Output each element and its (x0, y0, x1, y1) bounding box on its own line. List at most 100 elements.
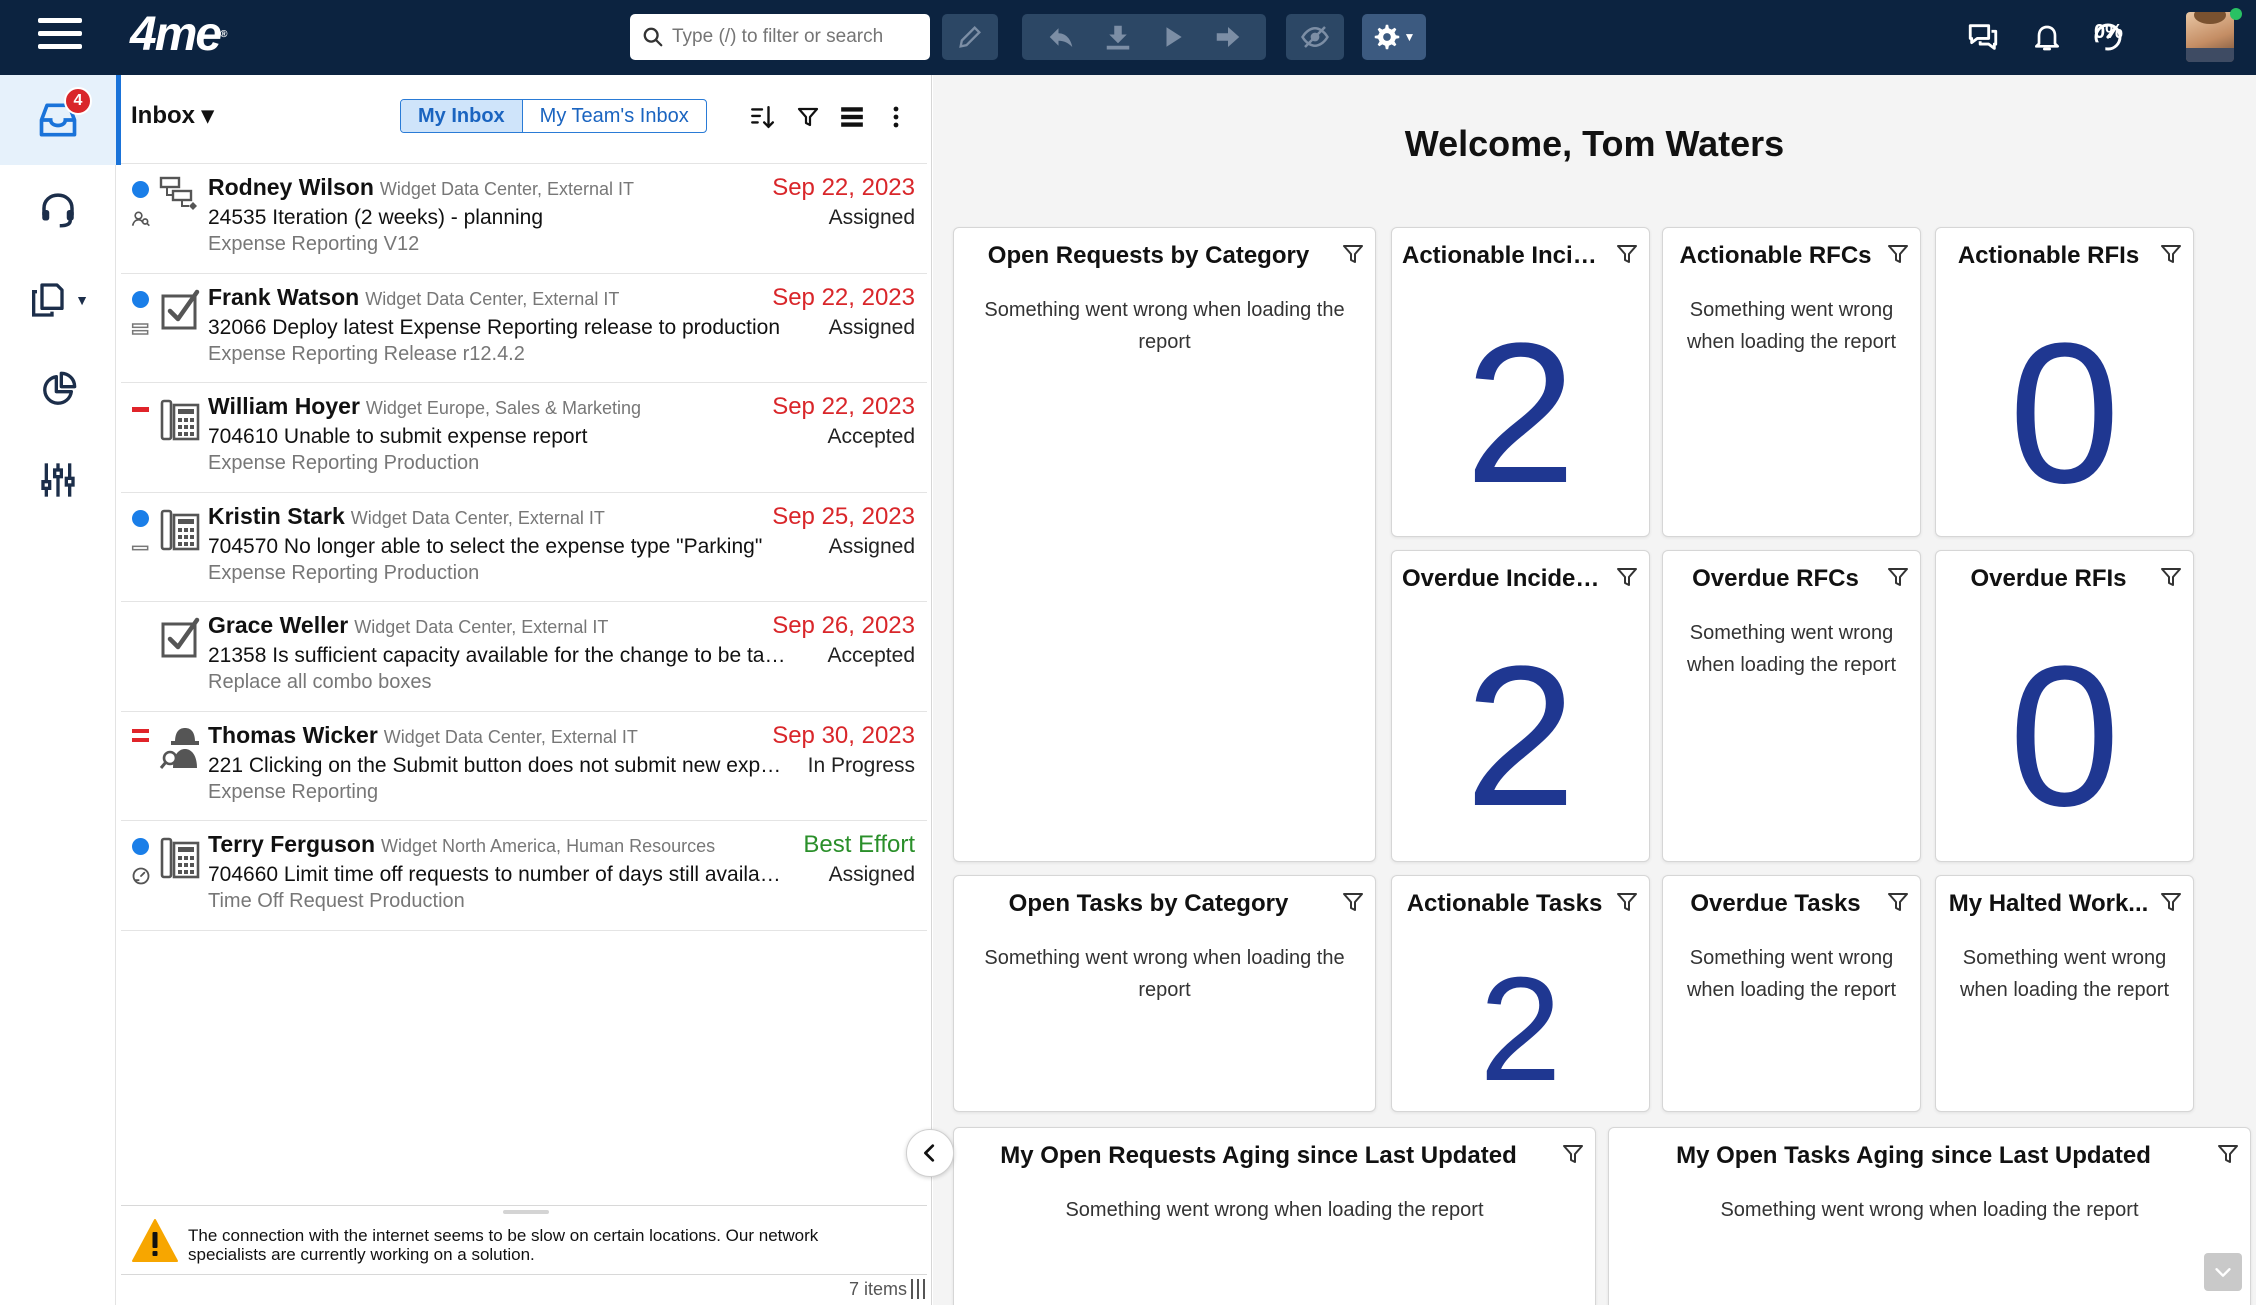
card-title: Actionable Tasks (1406, 890, 1603, 917)
filter-icon[interactable] (1341, 242, 1365, 266)
rail-inbox[interactable]: 4 (0, 75, 116, 165)
edit-button[interactable] (942, 14, 998, 60)
filter-icon[interactable] (1615, 242, 1639, 266)
inbox-item[interactable]: Kristin Stark Widget Data Center, Externa… (121, 493, 927, 602)
card-actionable-incidents[interactable]: Actionable Incidents 2 (1391, 227, 1650, 537)
card-overdue-incidents[interactable]: Overdue Incidents 2 (1391, 550, 1650, 862)
tab-my-teams-inbox[interactable]: My Team's Inbox (523, 100, 706, 132)
card-overdue-tasks[interactable]: Overdue Tasks Something went wrong when … (1662, 875, 1921, 1112)
requester-name: Rodney Wilson (208, 174, 374, 200)
error-message: Something went wrong when loading the re… (1720, 1199, 2139, 1221)
app-logo[interactable]: 4me® (130, 8, 228, 62)
sort-button[interactable] (742, 97, 782, 137)
inbox-item[interactable]: Rodney Wilson Widget Data Center, Externa… (121, 164, 927, 274)
item-subject: 704660 Limit time off requests to number… (208, 863, 786, 886)
completion-percentage: 0% (2094, 21, 2123, 43)
filter-icon[interactable] (1341, 890, 1365, 914)
item-subject: 24535 Iteration (2 weeks) - planning (208, 206, 544, 229)
filter-icon[interactable] (2159, 890, 2183, 914)
search-input[interactable] (672, 26, 912, 48)
inbox-scope-toggle: My Inbox My Team's Inbox (400, 99, 707, 133)
filter-icon[interactable] (1615, 565, 1639, 589)
card-title: Actionable RFCs (1679, 242, 1872, 269)
settings-dropdown-button[interactable]: ▼ (1362, 14, 1426, 60)
people-icon (131, 211, 150, 227)
inbox-view-dropdown[interactable]: Inbox ▾ (131, 101, 214, 130)
card-title: My Open Requests Aging since Last Update… (1000, 1142, 1517, 1169)
filter-icon[interactable] (1886, 242, 1910, 266)
card-title: Open Tasks by Category (1008, 890, 1289, 917)
unread-dot (132, 290, 149, 308)
item-deadline: Sep 22, 2023 (772, 174, 915, 201)
error-message: Something went wrong when loading the re… (1959, 947, 2170, 1001)
requester-name: Grace Weller (208, 612, 349, 638)
inbox-item[interactable]: Thomas Wicker Widget Data Center, Externa… (121, 712, 927, 821)
card-actionable-tasks[interactable]: Actionable Tasks 2 (1391, 875, 1650, 1112)
filter-icon[interactable] (1886, 890, 1910, 914)
forward-arrow-icon[interactable] (1213, 22, 1243, 52)
warning-triangle-icon (132, 1219, 178, 1262)
filter-button[interactable] (788, 97, 828, 137)
unread-dot (132, 181, 149, 198)
low-priority-icon (131, 322, 149, 335)
rail-records[interactable]: ▼ (0, 255, 116, 345)
left-navigation-rail: 4 ▼ (0, 75, 116, 1305)
inbox-item[interactable]: Frank Watson Widget Data Center, External… (121, 274, 927, 383)
unread-dot (132, 838, 149, 855)
card-requests-aging[interactable]: My Open Requests Aging since Last Update… (953, 1127, 1596, 1305)
card-open-requests-by-category[interactable]: Open Requests by Category Something went… (953, 227, 1376, 862)
unread-dot (132, 509, 149, 527)
error-message: Something went wrong when loading the re… (1686, 947, 1897, 1001)
inbox-item[interactable]: Grace Weller Widget Data Center, External… (121, 602, 927, 712)
requester-name: Terry Ferguson (208, 831, 375, 857)
filter-icon[interactable] (2159, 565, 2183, 589)
reply-icon[interactable] (1046, 22, 1076, 52)
search-box[interactable] (630, 14, 930, 60)
card-my-halted-work[interactable]: My Halted Work... Something went wrong w… (1935, 875, 2194, 1112)
inbox-item[interactable]: Terry Ferguson Widget North America, Huma… (121, 821, 927, 931)
requester-name: William Hoyer (208, 393, 360, 419)
pane-resize-handle-icon[interactable] (911, 1279, 925, 1299)
chevron-down-icon: ▼ (1403, 30, 1416, 44)
rail-settings[interactable] (0, 435, 116, 525)
filter-icon[interactable] (1615, 890, 1639, 914)
metric-value: 2 (1464, 302, 1577, 525)
error-message: Something went wrong when loading the re… (984, 299, 1345, 353)
card-actionable-rfcs[interactable]: Actionable RFCs Something went wrong whe… (1662, 227, 1921, 537)
inbox-item[interactable]: William Hoyer Widget Europe, Sales & Mark… (121, 383, 927, 493)
rail-analytics[interactable] (0, 345, 116, 435)
download-icon[interactable] (1103, 22, 1133, 52)
card-actionable-rfis[interactable]: Actionable RFIs 0 (1935, 227, 2194, 537)
item-deadline: Sep 22, 2023 (772, 393, 915, 420)
search-icon (643, 27, 663, 47)
user-avatar[interactable] (2186, 12, 2234, 62)
gear-icon (1374, 24, 1399, 50)
card-open-tasks-by-category[interactable]: Open Tasks by Category Something went wr… (953, 875, 1376, 1112)
card-overdue-rfis[interactable]: Overdue RFIs 0 (1935, 550, 2194, 862)
requester-organization: Widget Data Center, External IT (383, 726, 638, 747)
tab-my-inbox[interactable]: My Inbox (401, 100, 523, 132)
filter-icon[interactable] (2159, 242, 2183, 266)
chat-icon[interactable] (1962, 16, 2004, 58)
rail-service-desk[interactable] (0, 165, 116, 255)
card-tasks-aging[interactable]: My Open Tasks Aging since Last Updated S… (1608, 1127, 2251, 1305)
filter-icon[interactable] (1561, 1142, 1585, 1166)
play-icon[interactable] (1160, 24, 1186, 50)
hide-button[interactable] (1286, 14, 1344, 60)
filter-icon[interactable] (2216, 1142, 2240, 1166)
phone-request-icon (160, 837, 200, 879)
collapse-panel-button[interactable] (906, 1129, 954, 1177)
list-density-button[interactable] (832, 97, 872, 137)
metric-value: 2 (1479, 947, 1562, 1112)
error-message: Something went wrong when loading the re… (1686, 299, 1897, 353)
filter-icon[interactable] (1886, 565, 1910, 589)
card-overdue-rfcs[interactable]: Overdue RFCs Something went wrong when l… (1662, 550, 1921, 862)
notifications-bell-icon[interactable] (2026, 16, 2068, 58)
top-bar: 4me® ▼ 0% (0, 0, 2256, 75)
scroll-down-button[interactable] (2204, 1253, 2242, 1291)
hamburger-menu-icon[interactable] (38, 18, 82, 54)
inbox-panel: Inbox ▾ My Inbox My Team's Inbox Rodney … (116, 75, 932, 1305)
chevron-down-icon: ▼ (75, 292, 89, 308)
more-options-button[interactable] (876, 97, 916, 137)
speedometer-icon (132, 867, 150, 885)
